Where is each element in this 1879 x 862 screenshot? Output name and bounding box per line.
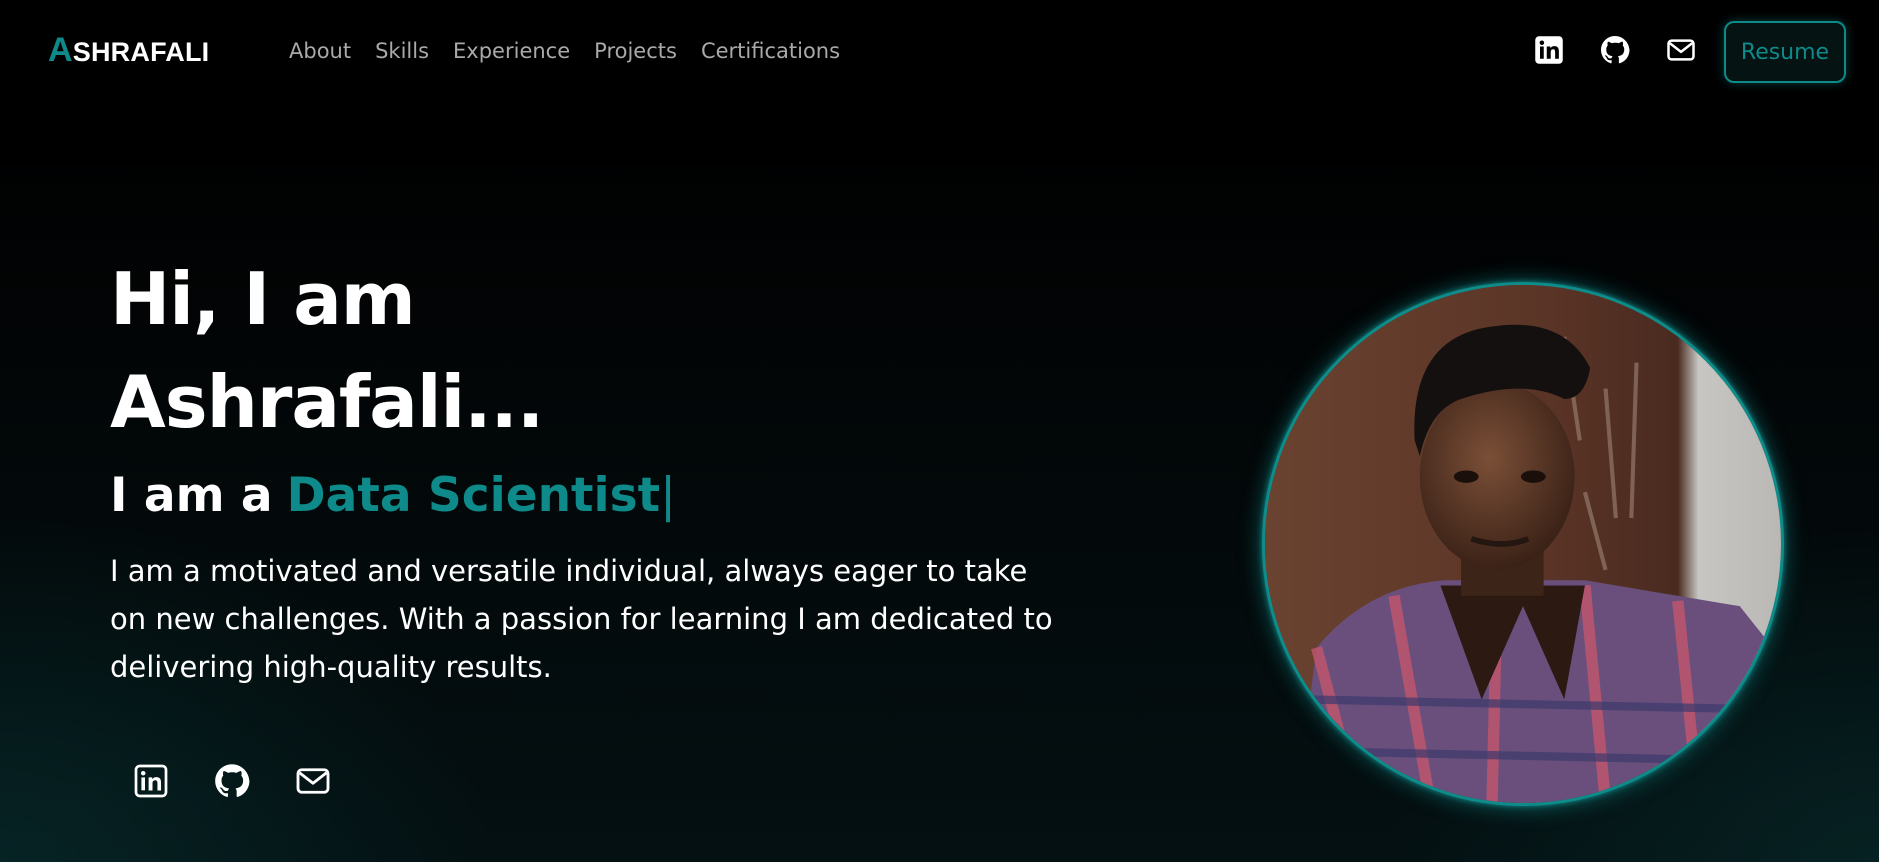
hero-title: Hi, I am Ashrafali... — [110, 248, 810, 454]
profile-photo-illustration — [1265, 285, 1781, 803]
navbar: A SHRAFALI About Skills Experience Projec… — [0, 0, 1879, 120]
role-typed-text: Data Scientist — [286, 468, 661, 523]
github-icon[interactable] — [212, 761, 252, 801]
hero-title-line2: Ashrafali... — [110, 360, 544, 444]
github-icon[interactable] — [1597, 32, 1633, 68]
nav-link-certifications[interactable]: Certifications — [701, 38, 840, 64]
mail-icon[interactable] — [293, 761, 333, 801]
mail-icon[interactable] — [1663, 32, 1699, 68]
nav-link-skills[interactable]: Skills — [375, 38, 429, 64]
hero-bio: I am a motivated and versatile individua… — [110, 554, 1053, 684]
page: A SHRAFALI About Skills Experience Projec… — [0, 0, 1879, 862]
nav-link-about[interactable]: About — [289, 38, 351, 64]
role-prefix: I am a — [110, 468, 273, 523]
nav-link-projects[interactable]: Projects — [594, 38, 677, 64]
linkedin-icon[interactable] — [131, 761, 171, 801]
brand-logo[interactable]: A SHRAFALI — [48, 33, 209, 67]
nav-social-icons — [1531, 32, 1729, 68]
role-line: I am a Data Scientist| — [110, 466, 676, 526]
hero-title-line1: Hi, I am — [110, 257, 416, 341]
hero-social-icons — [131, 761, 374, 801]
brand-logo-text: SHRAFALI — [72, 37, 210, 67]
nav-links: About Skills Experience Projects Certifi… — [289, 38, 864, 64]
resume-button[interactable]: Resume — [1724, 21, 1846, 83]
linkedin-icon[interactable] — [1531, 32, 1567, 68]
profile-photo — [1262, 282, 1784, 806]
brand-logo-initial: A — [48, 31, 73, 69]
typing-cursor: | — [660, 468, 676, 523]
nav-link-experience[interactable]: Experience — [453, 38, 570, 64]
